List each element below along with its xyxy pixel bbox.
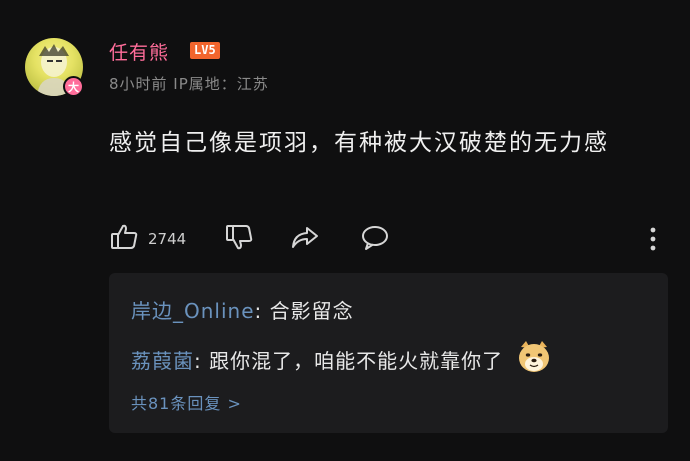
- reply-author[interactable]: 荔葭菌: [131, 349, 194, 373]
- reply-separator: :: [254, 299, 270, 323]
- thumbs-up-icon: [109, 222, 139, 256]
- thumbs-down-icon: [224, 222, 254, 256]
- doge-emoji-icon: [516, 339, 552, 380]
- more-icon: [647, 225, 659, 257]
- reply-item[interactable]: 荔葭菌: 跟你混了，咱能不能火就靠你了: [131, 341, 552, 380]
- share-button[interactable]: [289, 222, 321, 256]
- like-count: 2744: [148, 230, 187, 248]
- reply-preview[interactable]: 岸边_Online: 合影留念 荔葭菌: 跟你混了，咱能不能火就靠你了 共81条…: [109, 273, 668, 433]
- reply-icon: [359, 222, 391, 256]
- comment-meta: 8小时前 IP属地：江苏: [109, 75, 269, 93]
- reply-separator: :: [194, 349, 210, 373]
- vip-badge: 大: [63, 76, 84, 97]
- reply-author[interactable]: 岸边_Online: [131, 299, 255, 323]
- comment-text: 感觉自己像是项羽，有种被大汉破楚的无力感: [109, 130, 609, 156]
- dislike-button[interactable]: [224, 222, 254, 256]
- reply-text: 跟你混了，咱能不能火就靠你了: [209, 349, 504, 373]
- reply-item[interactable]: 岸边_Online: 合影留念: [131, 295, 354, 324]
- like-button[interactable]: 2744: [109, 222, 186, 256]
- share-icon: [289, 222, 321, 256]
- reply-button[interactable]: [359, 222, 391, 256]
- username[interactable]: 任有熊: [109, 38, 169, 65]
- comment-actions: 2744: [109, 222, 669, 258]
- reply-text: 合影留念: [269, 299, 354, 323]
- more-button[interactable]: [647, 225, 659, 257]
- level-badge: LV5: [190, 42, 220, 59]
- view-all-replies-link[interactable]: 共81条回复 >: [131, 390, 242, 414]
